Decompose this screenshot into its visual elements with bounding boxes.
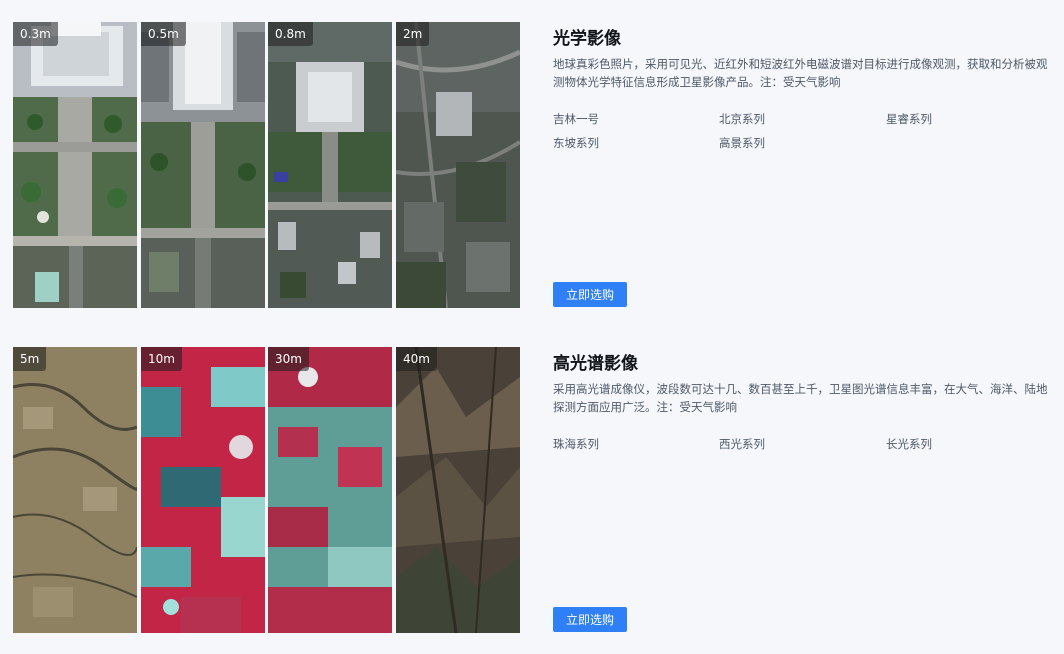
series-item[interactable]: 东坡系列 xyxy=(553,134,719,152)
series-item[interactable]: 吉林一号 xyxy=(553,110,719,128)
series-item[interactable]: 北京系列 xyxy=(719,110,886,128)
series-item[interactable]: 长光系列 xyxy=(886,435,1053,453)
satellite-image-false-color-fields xyxy=(268,347,392,633)
series-item[interactable]: 珠海系列 xyxy=(553,435,719,453)
series-item[interactable]: 星睿系列 xyxy=(886,110,1053,128)
resolution-badge: 0.5m xyxy=(141,22,186,46)
satellite-image-false-color-dense xyxy=(141,347,265,633)
sample-image-tile[interactable]: 10m xyxy=(141,347,265,633)
resolution-badge: 10m xyxy=(141,347,182,371)
buy-now-button[interactable]: 立即选购 xyxy=(553,282,627,307)
series-list: 珠海系列 西光系列 长光系列 xyxy=(553,435,1053,453)
series-list: 吉林一号 北京系列 星睿系列 东坡系列 高景系列 xyxy=(553,110,1053,152)
satellite-image-urban-mid xyxy=(141,22,265,308)
satellite-image-mountains xyxy=(396,347,520,633)
sample-image-tile[interactable]: 0.8m xyxy=(268,22,392,308)
hyperspectral-imagery-card: 5m 10m 30m 40m 高光谱影像 采用高光谱成像仪，波段数可达十几、数百… xyxy=(0,347,1064,633)
resolution-badge: 0.3m xyxy=(13,22,58,46)
series-item[interactable]: 西光系列 xyxy=(719,435,886,453)
optical-info: 光学影像 地球真彩色照片，采用可见光、近红外和短波红外电磁波谱对目标进行成像观测… xyxy=(553,22,1053,308)
satellite-image-urban-close xyxy=(13,22,137,308)
resolution-badge: 30m xyxy=(268,347,309,371)
optical-sample-images: 0.3m 0.5m 0.8m 2m xyxy=(13,22,520,308)
resolution-badge: 2m xyxy=(396,22,430,46)
resolution-badge: 40m xyxy=(396,347,437,371)
section-description: 地球真彩色照片，采用可见光、近红外和短波红外电磁波谱对目标进行成像观测，获取和分… xyxy=(553,57,1048,89)
hyperspectral-sample-images: 5m 10m 30m 40m xyxy=(13,347,520,633)
sample-image-tile[interactable]: 0.3m xyxy=(13,22,137,308)
satellite-image-urban-wide xyxy=(268,22,392,308)
buy-now-button[interactable]: 立即选购 xyxy=(553,607,627,632)
sample-image-tile[interactable]: 2m xyxy=(396,22,520,308)
resolution-badge: 0.8m xyxy=(268,22,313,46)
optical-imagery-card: 0.3m 0.5m 0.8m 2m 光学影像 地球真彩色照片，采用可见光、近红外… xyxy=(0,22,1064,308)
sample-image-tile[interactable]: 30m xyxy=(268,347,392,633)
series-item[interactable]: 高景系列 xyxy=(719,134,886,152)
satellite-image-city-overview xyxy=(396,22,520,308)
resolution-badge: 5m xyxy=(13,347,47,371)
sample-image-tile[interactable]: 5m xyxy=(13,347,137,633)
hyperspectral-info: 高光谱影像 采用高光谱成像仪，波段数可达十几、数百甚至上千，卫星图光谱信息丰富，… xyxy=(553,347,1053,633)
section-title: 光学影像 xyxy=(553,29,621,49)
sample-image-tile[interactable]: 40m xyxy=(396,347,520,633)
sample-image-tile[interactable]: 0.5m xyxy=(141,22,265,308)
section-title: 高光谱影像 xyxy=(553,354,638,374)
satellite-image-terrain-tan xyxy=(13,347,137,633)
section-description: 采用高光谱成像仪，波段数可达十几、数百甚至上千，卫星图光谱信息丰富，在大气、海洋… xyxy=(553,382,1048,414)
